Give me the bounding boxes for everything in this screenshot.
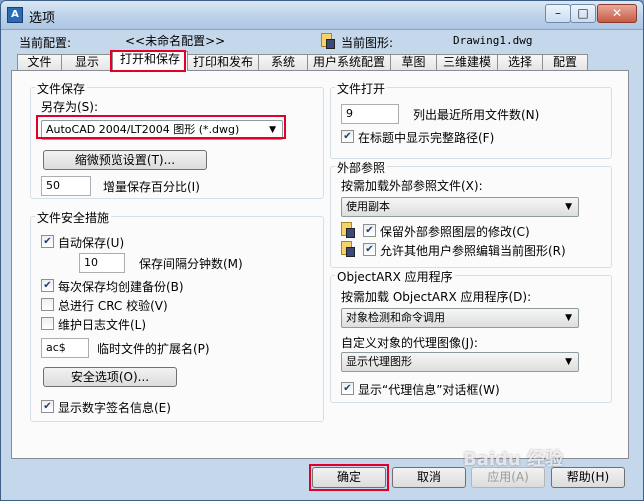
current-drawing-value: Drawing1.dwg bbox=[453, 34, 533, 47]
maintain-log-checkbox[interactable] bbox=[41, 317, 54, 330]
xref-group-title: 外部参照 bbox=[335, 159, 388, 176]
current-drawing-label: 当前图形: bbox=[341, 36, 394, 50]
autosave-label: 自动保存(U) bbox=[58, 236, 125, 250]
tab-files[interactable]: 文件 bbox=[17, 54, 62, 70]
autosave-minutes-label: 保存间隔分钟数(M) bbox=[139, 257, 243, 271]
security-options-button[interactable]: 安全选项(O)... bbox=[43, 367, 177, 387]
objectarx-demand-load-select[interactable]: 对象检测和命令调用 ▼ bbox=[341, 308, 579, 328]
current-config-value: <<未命名配置>> bbox=[125, 34, 226, 48]
file-save-group-title: 文件保存 bbox=[35, 80, 88, 97]
chevron-down-icon: ▼ bbox=[565, 313, 572, 323]
tab-system[interactable]: 系统 bbox=[258, 54, 308, 70]
temp-extension-input[interactable]: ac$ bbox=[41, 338, 89, 358]
objectarx-group: ObjectARX 应用程序 按需加载 ObjectARX 应用程序(D): 对… bbox=[330, 268, 612, 403]
current-config-label: 当前配置: bbox=[19, 36, 72, 50]
full-path-checkbox[interactable]: ✔ bbox=[341, 130, 354, 143]
xref-demand-load-select[interactable]: 使用副本 ▼ bbox=[341, 197, 579, 217]
thumbnail-preview-settings-button[interactable]: 缩微预览设置(T)... bbox=[43, 150, 207, 170]
cancel-button[interactable]: 取消 bbox=[392, 467, 466, 488]
create-backup-label: 每次保存均创建备份(B) bbox=[58, 280, 184, 294]
file-open-group: 文件打开 9 列出最近所用文件数(N) ✔ 在标题中显示完整路径(F) bbox=[330, 80, 612, 159]
create-backup-checkbox[interactable]: ✔ bbox=[41, 279, 54, 292]
autosave-checkbox[interactable]: ✔ bbox=[41, 235, 54, 248]
autocad-app-icon: A bbox=[7, 7, 23, 23]
objectarx-group-title: ObjectARX 应用程序 bbox=[335, 268, 455, 285]
xref-edit-icon bbox=[341, 241, 355, 257]
show-signature-label: 显示数字签名信息(E) bbox=[58, 401, 171, 415]
crc-check-checkbox[interactable] bbox=[41, 298, 54, 311]
autosave-minutes-input[interactable]: 10 bbox=[79, 253, 125, 273]
recent-files-count-label: 列出最近所用文件数(N) bbox=[413, 108, 540, 122]
objectarx-demand-load-label: 按需加载 ObjectARX 应用程序(D): bbox=[341, 290, 532, 304]
proxy-info-dialog-checkbox[interactable]: ✔ bbox=[341, 382, 354, 395]
tab-profiles[interactable]: 配置 bbox=[542, 54, 588, 70]
tab-selection[interactable]: 选择 bbox=[497, 54, 543, 70]
xref-layer-icon bbox=[341, 222, 355, 238]
xref-demand-load-value: 使用副本 bbox=[346, 200, 390, 213]
close-button[interactable]: ✕ bbox=[597, 4, 637, 23]
proxy-images-select[interactable]: 显示代理图形 ▼ bbox=[341, 352, 579, 372]
maximize-button[interactable]: □ bbox=[570, 4, 596, 23]
retain-xref-layer-changes-checkbox[interactable]: ✔ bbox=[363, 224, 376, 237]
ok-button-highlight bbox=[309, 464, 389, 491]
recent-files-count-input[interactable]: 9 bbox=[341, 104, 399, 124]
proxy-images-label: 自定义对象的代理图像(J): bbox=[341, 336, 478, 350]
active-tab-highlight bbox=[110, 50, 186, 72]
baidu-watermark: Baidu 经验 bbox=[463, 449, 564, 470]
options-dialog: A 选项 – □ ✕ 当前配置: <<未命名配置>> 当前图形: Drawing… bbox=[0, 0, 644, 501]
file-open-group-title: 文件打开 bbox=[335, 80, 388, 97]
window-title: 选项 bbox=[29, 11, 56, 26]
crc-check-label: 总进行 CRC 校验(V) bbox=[58, 299, 168, 313]
full-path-label: 在标题中显示完整路径(F) bbox=[358, 131, 495, 145]
file-safety-group-title: 文件安全措施 bbox=[35, 209, 112, 226]
save-as-highlight bbox=[36, 115, 286, 139]
retain-xref-layer-changes-label: 保留外部参照图层的修改(C) bbox=[380, 225, 530, 239]
tab-drafting[interactable]: 草图 bbox=[390, 54, 437, 70]
title-bar[interactable]: A 选项 – □ ✕ bbox=[1, 1, 643, 30]
incremental-save-percent-label: 增量保存百分比(I) bbox=[103, 180, 200, 194]
proxy-info-dialog-label: 显示“代理信息”对话框(W) bbox=[358, 383, 500, 397]
minimize-button[interactable]: – bbox=[545, 4, 571, 23]
save-as-label: 另存为(S): bbox=[41, 100, 99, 114]
chevron-down-icon: ▼ bbox=[565, 202, 572, 212]
xref-demand-load-label: 按需加载外部参照文件(X): bbox=[341, 179, 483, 193]
proxy-images-value: 显示代理图形 bbox=[346, 355, 412, 368]
xref-group: 外部参照 按需加载外部参照文件(X): 使用副本 ▼ ✔ 保留外部参照图层的修改… bbox=[330, 159, 612, 268]
file-safety-group: 文件安全措施 ✔ 自动保存(U) 10 保存间隔分钟数(M) ✔ 每次保存均创建… bbox=[30, 209, 324, 422]
objectarx-demand-load-value: 对象检测和命令调用 bbox=[346, 311, 445, 324]
show-signature-checkbox[interactable]: ✔ bbox=[41, 400, 54, 413]
tab-user-preferences[interactable]: 用户系统配置 bbox=[307, 54, 391, 70]
allow-reference-edit-label: 允许其他用户参照编辑当前图形(R) bbox=[380, 244, 566, 258]
maintain-log-label: 维护日志文件(L) bbox=[58, 318, 147, 332]
allow-reference-edit-checkbox[interactable]: ✔ bbox=[363, 243, 376, 256]
tab-plot-and-publish[interactable]: 打印和发布 bbox=[187, 54, 259, 70]
tab-display[interactable]: 显示 bbox=[61, 54, 113, 70]
temp-extension-label: 临时文件的扩展名(P) bbox=[97, 342, 210, 356]
tab-page-open-and-save: 文件保存 另存为(S): AutoCAD 2004/LT2004 图形 (*.d… bbox=[11, 70, 629, 459]
chevron-down-icon: ▼ bbox=[565, 357, 572, 367]
file-save-group: 文件保存 另存为(S): AutoCAD 2004/LT2004 图形 (*.d… bbox=[30, 80, 324, 199]
drawing-file-icon bbox=[321, 33, 335, 49]
tab-3d-modeling[interactable]: 三维建模 bbox=[436, 54, 498, 70]
incremental-save-percent-input[interactable]: 50 bbox=[41, 176, 91, 196]
